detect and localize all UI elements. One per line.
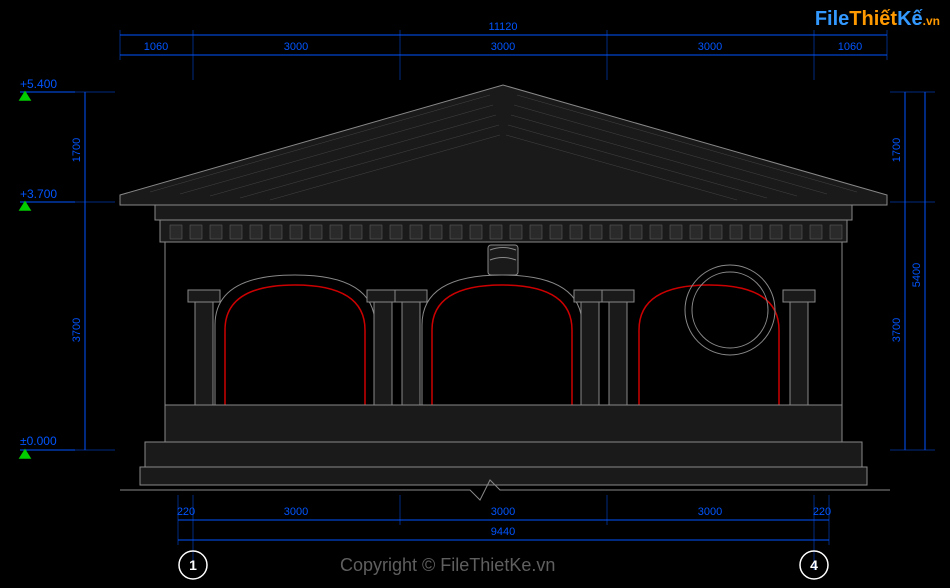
- dim-top-5: 1060: [838, 41, 862, 53]
- logo-thiet: Thiết: [849, 8, 897, 30]
- dim-top-1: 1060: [144, 41, 168, 53]
- dim-right-3: 5400: [911, 263, 923, 287]
- dim-top-2: 3000: [284, 41, 308, 53]
- elevation-markers: +5.400 +3.700 ±0.000: [20, 77, 75, 458]
- logo-vn: .vn: [923, 14, 940, 28]
- grid-4: 4: [810, 557, 818, 573]
- logo-ke: Kế: [897, 8, 923, 30]
- circular-window: [685, 265, 775, 355]
- elev-mid: +3.700: [20, 187, 57, 201]
- left-dimensions: 1700 3700: [71, 92, 115, 450]
- elev-base: ±0.000: [20, 434, 57, 448]
- elev-top: +5.400: [20, 77, 57, 91]
- dim-left-1: 1700: [71, 138, 83, 162]
- dim-bot-2: 3000: [284, 506, 308, 518]
- building-elevation: [120, 85, 890, 500]
- logo-file: File: [815, 8, 849, 30]
- dim-bot-5: 220: [813, 506, 831, 518]
- top-dimensions: 11120 1060 3000 3000 3000 1060: [120, 21, 887, 80]
- dim-top-4: 3000: [698, 41, 722, 53]
- dim-bot-total: 9440: [491, 526, 515, 538]
- bottom-dimensions: 220 3000 3000 3000 220 9440: [177, 495, 831, 570]
- grid-bubbles: 1 4: [179, 551, 828, 579]
- dim-top-total: 11120: [489, 21, 518, 33]
- dim-right-1: 1700: [891, 138, 903, 162]
- dim-right-2: 3700: [891, 318, 903, 342]
- dim-top-3: 3000: [491, 41, 515, 53]
- cad-drawing: 11120 1060 3000 3000 3000 1060 +5.400 +3…: [0, 0, 950, 588]
- dim-bot-1: 220: [177, 506, 195, 518]
- logo: FileThiếtKế.vn: [815, 8, 940, 31]
- grid-1: 1: [189, 557, 197, 573]
- right-dimensions: 1700 3700 5400: [890, 92, 935, 450]
- dim-bot-3: 3000: [491, 506, 515, 518]
- dim-bot-4: 3000: [698, 506, 722, 518]
- dim-left-2: 3700: [71, 318, 83, 342]
